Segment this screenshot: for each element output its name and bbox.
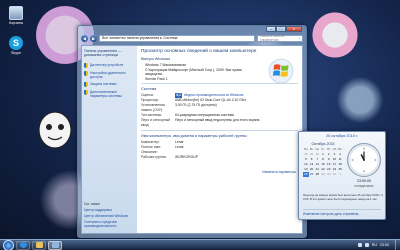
close-button[interactable]: x	[286, 26, 302, 32]
desktop-icon-label: Skype	[11, 51, 21, 55]
system-row-memory: Установленная память (ОЗУ): 3,00 ГБ (2,7…	[141, 103, 298, 113]
sidebar-home-link[interactable]: Панель управления — домашняя страница	[84, 49, 135, 58]
taskbar-explorer-button[interactable]	[32, 240, 46, 250]
breadcrumb-item[interactable]: Система	[163, 36, 177, 40]
maximize-button[interactable]: □	[276, 26, 286, 32]
taskbar-control-panel-button[interactable]	[48, 240, 62, 250]
desktop-icon-label: Корзина	[9, 21, 23, 25]
system-window: – □ x ◀ ▶ Все элементы панели управления…	[77, 25, 307, 238]
change-settings-link[interactable]: Изменить параметры	[262, 170, 296, 174]
search-placeholder: Поиск в панели управления	[260, 34, 285, 42]
recycle-bin-icon	[9, 6, 23, 20]
language-indicator[interactable]: RU	[372, 243, 377, 247]
folder-icon	[35, 242, 43, 248]
sidebar-see-also: См. также Центр поддержки Центр обновлен…	[84, 202, 135, 230]
show-desktop-button[interactable]	[395, 239, 400, 250]
shield-icon	[84, 89, 88, 95]
section-title-computer-name: Имя компьютера, имя домена и параметры р…	[141, 134, 247, 139]
system-row-pen: Перо и сенсорный ввод: Перо и сенсорный …	[141, 118, 298, 128]
windows-logo-icon	[268, 58, 294, 84]
shield-icon	[84, 62, 88, 68]
see-also-link[interactable]: Центр поддержки	[84, 208, 135, 212]
shield-icon	[84, 81, 88, 87]
taskbar: RU 23:00	[0, 239, 400, 250]
calendar-grid: Пн Вт Ср Чт Пт Сб Вс 28 29 30 1 2 3 4 5 6 7 8 9 10 11 12 13 14 1…	[303, 147, 343, 177]
clock-time: 23:00:00	[357, 179, 371, 183]
calendar-date-link[interactable]: 26 октября 2015 г.	[299, 134, 385, 138]
row-key: Рабочая группа:	[141, 155, 167, 160]
start-button[interactable]	[3, 239, 14, 250]
shield-icon	[84, 70, 88, 76]
system-tray: RU 23:00	[357, 243, 395, 247]
internet-explorer-icon	[19, 242, 27, 248]
forward-icon[interactable]: ▶	[90, 34, 97, 42]
window-body: Панель управления — домашняя страница Ди…	[81, 45, 303, 234]
tray-clock[interactable]: 23:00	[380, 243, 389, 247]
clock-weekday: понедельник	[354, 184, 374, 188]
sidebar-item-label: Дополнительные параметры системы	[90, 89, 122, 98]
tray-volume-icon[interactable]	[364, 243, 369, 247]
taskbar-ie-button[interactable]	[16, 240, 30, 250]
row-value: Lenar	[175, 145, 184, 150]
desktop-icon-skype[interactable]: S Skype	[4, 36, 28, 55]
address-bar[interactable]: Все элементы панели управления ▸ Система	[99, 34, 255, 42]
breadcrumb-item[interactable]: Все элементы панели управления	[102, 36, 159, 40]
sidebar: Панель управления — домашняя страница Ди…	[82, 46, 137, 233]
sidebar-item-label: Настройка удаленного доступа	[90, 70, 126, 79]
sidebar-item-device-manager[interactable]: Диспетчер устройств	[84, 62, 135, 68]
row-value: WORKGROUP	[175, 155, 198, 160]
wallpaper-bubble	[300, 0, 370, 70]
see-also-link[interactable]: Центр обновления Windows	[84, 214, 135, 218]
address-bar-row: ◀ ▶ Все элементы панели управления ▸ Сис…	[78, 33, 306, 43]
wallpaper-bubble	[330, 70, 390, 130]
name-row-workgroup: Рабочая группа: WORKGROUP	[141, 155, 298, 160]
sidebar-item-advanced-settings[interactable]: Дополнительные параметры системы	[84, 89, 135, 98]
see-also-heading: См. также	[84, 202, 100, 206]
section-title-system: Система	[141, 87, 157, 92]
minimize-button[interactable]: –	[266, 26, 276, 32]
sidebar-item-label: Диспетчер устройств	[90, 62, 124, 67]
window-controls: – □ x	[266, 26, 302, 32]
calendar-popup: 26 октября 2015 г. Октябрь 2015 Пн Вт Ср Чт…	[298, 131, 386, 220]
divider	[141, 130, 298, 132]
control-panel-icon	[51, 242, 59, 248]
search-input[interactable]: Поиск в панели управления ⌕	[257, 34, 303, 42]
main-content: Просмотр основных сведений о вашем компь…	[137, 46, 302, 233]
sidebar-item-system-protection[interactable]: Защита системы	[84, 81, 135, 87]
search-icon[interactable]: ⌕	[298, 36, 300, 40]
copyright-text: © Корпорация Майкрософт (Microsoft Corp.…	[145, 67, 242, 77]
change-date-time-link[interactable]: Изменение настроек даты и времени...	[303, 209, 381, 216]
desktop-icon-recycle-bin[interactable]: Корзина	[4, 6, 28, 25]
row-key: Установленная память (ОЗУ):	[141, 103, 165, 113]
row-value: 3,00 ГБ (2,75 ГБ доступно)	[175, 103, 217, 108]
wallpaper-character	[38, 111, 72, 149]
tray-network-icon[interactable]	[357, 243, 362, 247]
dst-notice: Переход на зимнее время был выполнен 25 …	[303, 193, 383, 201]
window-titlebar[interactable]: – □ x	[78, 26, 306, 33]
see-also-link[interactable]: Счетчики и средства производительности	[84, 220, 135, 228]
sidebar-item-label: Защита системы	[90, 81, 117, 86]
skype-icon: S	[9, 36, 23, 50]
row-value: Перо и сенсорный ввод недоступны для это…	[175, 118, 260, 123]
analog-clock-icon	[347, 143, 381, 177]
back-icon[interactable]: ◀	[81, 34, 88, 42]
calendar-day[interactable]: 1	[337, 172, 343, 177]
calendar-month-title[interactable]: Октябрь 2015	[303, 142, 343, 146]
page-title: Просмотр основных сведений о вашем компь…	[141, 49, 257, 54]
sidebar-item-remote-access[interactable]: Настройка удаленного доступа	[84, 70, 135, 79]
row-key: Перо и сенсорный ввод:	[141, 118, 171, 128]
